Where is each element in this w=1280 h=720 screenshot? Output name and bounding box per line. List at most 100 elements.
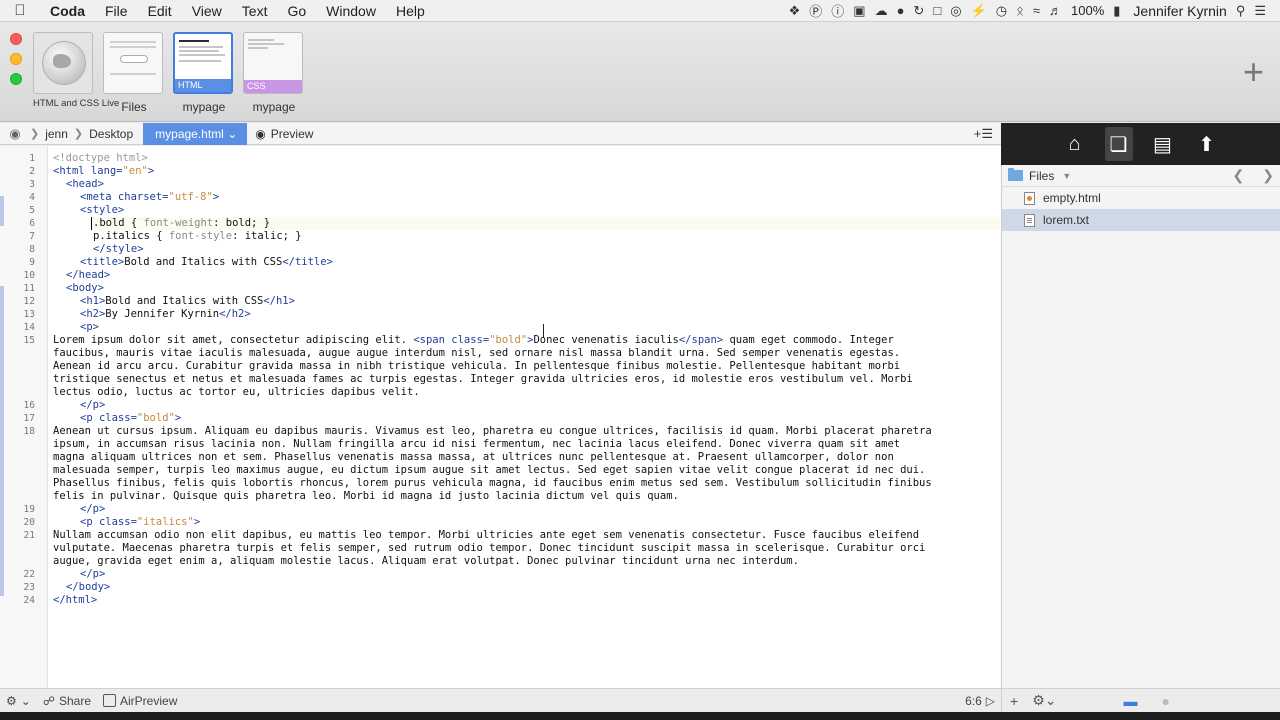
menu-text[interactable]: Text <box>232 3 278 19</box>
files-header: Files ▼ ❮ ❯ <box>1002 165 1280 187</box>
line-number: 14 <box>23 322 35 333</box>
code-line-1: <!doctype html> <box>53 152 148 164</box>
thumb-line <box>179 46 223 48</box>
sidebar-toolbar: ⌂ ❏ ▤ ⬆ <box>1001 123 1280 165</box>
site-files[interactable]: Files <box>103 32 165 114</box>
pinterest-icon[interactable]: Ⓟ <box>809 1 822 20</box>
info-icon[interactable]: ⓘ <box>831 1 844 20</box>
home-icon[interactable]: ⌂ <box>1061 127 1089 161</box>
chevron-down-icon[interactable]: ▼ <box>1062 171 1071 181</box>
preview-button[interactable]: ◉ Preview <box>255 127 313 141</box>
folder-label[interactable]: Files <box>1029 169 1054 183</box>
line-number: 5 <box>29 205 35 216</box>
code-line-20: <p class="italics"> <box>80 516 201 528</box>
paw-icon[interactable]: ● <box>897 3 905 18</box>
add-site-button[interactable]: + <box>1243 54 1264 90</box>
line-number: 22 <box>23 569 35 580</box>
cursor-position-label: 6:6 <box>965 693 982 708</box>
menu-view[interactable]: View <box>182 3 232 19</box>
files-icon[interactable]: ❏ <box>1104 127 1133 161</box>
breadcrumb-jenn[interactable]: jenn <box>39 127 74 141</box>
code-line-2: <html lang="en"> <box>53 165 155 177</box>
site-html-css-live[interactable]: HTML and CSS Live <box>33 32 119 109</box>
camera-icon[interactable]: ▣ <box>853 3 865 19</box>
thumb-line <box>179 40 209 42</box>
file-item-empty-html[interactable]: empty.html <box>1002 187 1280 209</box>
apple-icon[interactable]:  <box>0 2 40 19</box>
menu-help[interactable]: Help <box>386 3 435 19</box>
line-number: 4 <box>29 192 35 203</box>
eye-icon[interactable]: ◉ <box>0 126 30 142</box>
menu-edit[interactable]: Edit <box>138 3 182 19</box>
file-name: lorem.txt <box>1043 213 1090 227</box>
preview-label: Preview <box>270 126 314 141</box>
accessibility-icon[interactable]: ◎ <box>950 3 961 19</box>
split-view-icon[interactable]: +☰ <box>974 126 1001 142</box>
navigator-icon[interactable]: ▤ <box>1149 127 1177 161</box>
thumb-line <box>179 54 225 56</box>
menu-go[interactable]: Go <box>277 3 316 19</box>
line-number: 3 <box>29 179 35 190</box>
search-icon[interactable]: ⚲ <box>1236 3 1246 19</box>
thumb-line <box>248 39 274 41</box>
line-number: 17 <box>23 413 35 424</box>
chevron-down-icon: ⌄ <box>227 126 238 141</box>
line-number: 6 <box>29 218 35 229</box>
minimize-window-button[interactable] <box>10 53 22 65</box>
site-thumbnail: CSS <box>243 32 303 94</box>
wifi-icon[interactable]: ≈ <box>1033 3 1040 18</box>
code-line-15-wrap: faucibus, mauris vitae iaculis malesuada… <box>53 347 901 359</box>
breadcrumb-desktop[interactable]: Desktop <box>83 127 139 141</box>
sync-icon[interactable]: ↻ <box>913 3 924 19</box>
airpreview-button[interactable]: AirPreview <box>97 694 183 708</box>
site-label: Files <box>121 100 147 114</box>
line-number: 23 <box>23 582 35 593</box>
code-line-12: <h1>Bold and Italics with CSS</h1> <box>80 295 295 307</box>
dropbox-icon[interactable]: ❖ <box>789 3 801 19</box>
sidebar-status-bar: + ⚙⌄ ▬ ● <box>1001 688 1280 712</box>
breadcrumb-active-file[interactable]: mypage.html ⌄ <box>143 122 248 145</box>
menu-app-name[interactable]: Coda <box>40 3 95 19</box>
code-line-17: <p class="bold"> <box>80 412 182 424</box>
publish-icon[interactable]: ⬆ <box>1193 127 1221 161</box>
notification-center-icon[interactable]: ☰ <box>1254 3 1266 19</box>
screen-share-icon[interactable]: □ <box>933 3 941 18</box>
local-view-icon[interactable]: ▬ <box>1124 693 1138 709</box>
gear-icon[interactable]: ⚙⌄ <box>1032 692 1056 709</box>
code-line-15-wrap: Aenean id arcu arcu. Curabitur gravida m… <box>53 360 901 372</box>
thumb-pill <box>120 55 148 63</box>
share-button[interactable]: ☍ Share <box>37 694 97 708</box>
time-machine-icon[interactable]: ◷ <box>996 3 1007 19</box>
code-line-7: p.italics { font-style: italic; } <box>93 230 302 242</box>
share-icon: ☍ <box>42 693 55 708</box>
add-file-button[interactable]: + <box>1010 693 1018 709</box>
bolt-icon[interactable]: ⚡ <box>971 3 987 19</box>
code-editor[interactable]: 1 2 3 4 5 6 7 8 9 10 11 12 13 14 15 16 17 18 19 20 21 22 23 24 … <box>0 146 1001 688</box>
user-name[interactable]: Jennifer Kyrnin <box>1133 3 1226 19</box>
settings-menu-button[interactable]: ⚙ ⌄ <box>0 694 37 708</box>
thumb-line <box>110 41 156 43</box>
file-item-lorem-txt[interactable]: lorem.txt <box>1002 209 1280 231</box>
back-icon[interactable]: ❮ <box>1233 167 1245 184</box>
remote-view-icon[interactable]: ● <box>1162 693 1170 709</box>
tab-mypage-html[interactable]: HTML mypage <box>173 32 235 114</box>
cloud-icon[interactable]: ☁ <box>875 3 888 19</box>
code-line-18-wrap: magna aliquam ultrices non et sem. Phase… <box>53 451 894 463</box>
site-label: mypage <box>252 100 296 114</box>
zoom-window-button[interactable] <box>10 73 22 85</box>
close-window-button[interactable] <box>10 33 22 45</box>
volume-icon[interactable]: ♬ <box>1049 3 1062 18</box>
tab-mypage-css[interactable]: CSS mypage <box>243 32 305 114</box>
menu-file[interactable]: File <box>95 3 138 19</box>
code-line-18-wrap: ipsum, in accumsan risus lacinia non. Nu… <box>53 438 901 450</box>
site-thumbnail: HTML <box>173 32 233 94</box>
bluetooth-icon[interactable]: ᛟ <box>1016 3 1024 18</box>
forward-icon[interactable]: ❯ <box>1262 167 1274 184</box>
cursor-position[interactable]: 6:6 ▷ <box>959 694 1001 708</box>
site-label: mypage <box>182 100 226 114</box>
thumb-line <box>110 73 156 75</box>
battery-icon[interactable]: ▮ <box>1113 3 1120 19</box>
code-line-14: <p> <box>80 321 99 333</box>
battery-percent[interactable]: 100% <box>1071 3 1104 18</box>
menu-window[interactable]: Window <box>316 3 386 19</box>
